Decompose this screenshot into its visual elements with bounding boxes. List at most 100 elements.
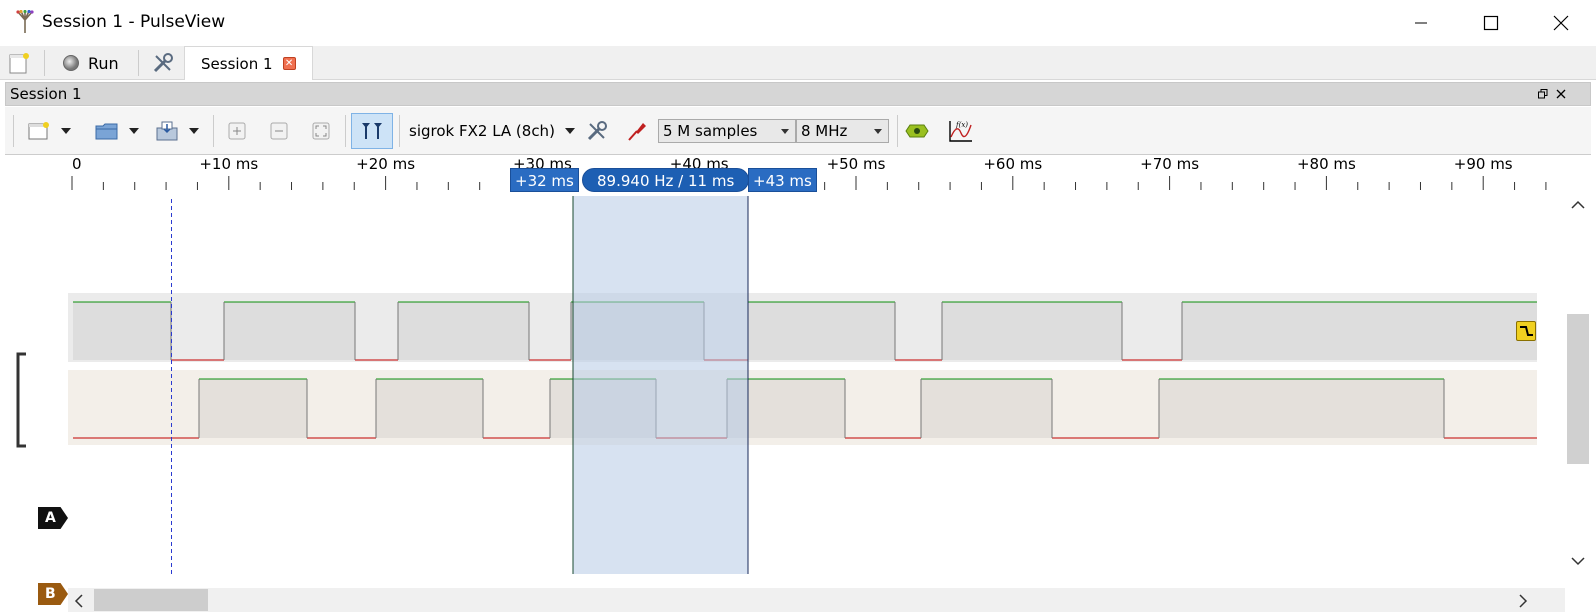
ruler-ticks: 0 +10 ms +20 ms +30 ms +40 ms +50 ms +60 ms +70… <box>71 155 1547 190</box>
channel-label-a[interactable]: A <box>38 507 68 529</box>
run-label: Run <box>88 53 119 73</box>
sample-rate-value: 8 MHz <box>801 122 848 140</box>
channel-group-bracket <box>16 352 26 448</box>
toolbar-separator <box>399 115 400 147</box>
chevron-down-icon <box>61 128 71 134</box>
zoom-out-icon <box>270 122 288 140</box>
new-session-button[interactable] <box>9 49 29 77</box>
run-status-icon <box>63 55 79 71</box>
title-bar: Session 1 - PulseView <box>0 0 1596 46</box>
chevron-down-icon <box>129 128 139 134</box>
chevron-down-icon <box>781 129 789 134</box>
float-dock-icon[interactable] <box>1538 89 1548 99</box>
signal-high-fill <box>1159 379 1444 438</box>
ruler-tick-label: +60 ms <box>983 156 1042 173</box>
window-title: Session 1 - PulseView <box>42 12 226 32</box>
cursor-selection-area[interactable] <box>573 192 748 574</box>
toolbar-separator <box>897 115 898 147</box>
zoom-in-icon <box>228 122 246 140</box>
sample-count-select[interactable]: 5 M samples <box>658 119 796 143</box>
zoom-in-button[interactable] <box>223 113 251 149</box>
signal-high-fill <box>376 379 483 438</box>
trace-view[interactable] <box>68 192 1565 588</box>
show-cursors-toggle[interactable] <box>351 113 393 149</box>
signal-high-fill <box>942 302 1122 360</box>
new-view-dropdown[interactable] <box>57 113 75 149</box>
vertical-scrollbar[interactable] <box>1565 196 1591 588</box>
ruler-tick-label: +90 ms <box>1454 156 1513 173</box>
cursors-icon <box>362 123 382 139</box>
run-button[interactable]: Run <box>62 49 119 77</box>
chevron-down-icon <box>189 128 199 134</box>
sample-count-value: 5 M samples <box>663 122 758 140</box>
open-dropdown[interactable] <box>125 113 143 149</box>
save-file-button[interactable] <box>153 113 181 149</box>
scroll-up-icon[interactable] <box>1571 200 1585 210</box>
decoder-icon <box>905 124 929 138</box>
channel-name: A <box>45 510 56 526</box>
device-selector[interactable]: sigrok FX2 LA (8ch) <box>405 113 577 149</box>
signal-high-fill <box>921 379 1052 438</box>
pulseview-logo-icon <box>16 10 34 33</box>
main-toolbar: sigrok FX2 LA (8ch) 5 M samples 8 MHz f(… <box>5 107 1591 155</box>
vertical-scroll-thumb[interactable] <box>1567 314 1589 464</box>
save-dropdown[interactable] <box>185 113 203 149</box>
trigger-edge-button[interactable] <box>1516 321 1536 341</box>
horizontal-scroll-thumb[interactable] <box>94 589 208 611</box>
ruler-tick-label: +80 ms <box>1297 156 1356 173</box>
signal-traces <box>68 192 1537 574</box>
cursor-left-value: +32 ms <box>515 172 574 190</box>
chevron-down-icon <box>565 128 575 134</box>
save-icon <box>156 121 178 141</box>
sample-rate-select[interactable]: 8 MHz <box>796 119 889 143</box>
settings-tools-button[interactable] <box>152 49 174 77</box>
minimize-icon <box>1415 22 1427 24</box>
signal-high-fill <box>73 302 171 360</box>
cursor-right-label[interactable]: +43 ms <box>748 168 817 192</box>
probe-config-button[interactable] <box>623 113 651 149</box>
close-icon <box>1553 15 1569 31</box>
scroll-right-icon[interactable] <box>1518 594 1528 608</box>
signal-high-fill <box>748 302 895 360</box>
folder-open-icon <box>95 123 118 140</box>
tab-close-icon[interactable]: ✕ <box>282 57 296 70</box>
new-document-icon <box>9 53 29 74</box>
tools-icon <box>153 53 173 73</box>
tab-session-1[interactable]: Session 1 ✕ <box>184 46 313 80</box>
tabbar-separator <box>44 50 45 76</box>
channel-a-waveform <box>73 301 1537 361</box>
signal-high-fill <box>224 302 355 360</box>
zoom-fit-button[interactable] <box>307 113 335 149</box>
signal-high-fill <box>1182 302 1537 360</box>
math-graph-icon: f(x) <box>949 121 972 142</box>
cursor-measurement-value: 89.940 Hz / 11 ms <box>597 172 735 190</box>
close-window-button[interactable] <box>1526 0 1596 46</box>
cursor-right-value: +43 ms <box>753 172 812 190</box>
channel-name: B <box>45 586 56 602</box>
close-dock-icon[interactable] <box>1556 89 1566 99</box>
time-ruler[interactable]: 0 +10 ms +20 ms +30 ms +40 ms +50 ms +60 ms +70… <box>68 155 1596 196</box>
session-dock-titlebar: Session 1 <box>5 82 1591 106</box>
device-config-button[interactable] <box>583 113 611 149</box>
new-view-icon <box>28 122 49 140</box>
cursor-measurement-label: 89.940 Hz / 11 ms <box>582 168 750 192</box>
add-math-signal-button[interactable]: f(x) <box>945 113 975 149</box>
scroll-left-icon[interactable] <box>74 594 84 608</box>
chevron-down-icon <box>874 129 882 134</box>
zoom-fit-icon <box>312 122 330 140</box>
zoom-out-button[interactable] <box>265 113 293 149</box>
signal-high-fill <box>398 302 529 360</box>
minimize-button[interactable] <box>1386 0 1456 46</box>
cursor-left-label[interactable]: +32 ms <box>510 168 579 192</box>
open-file-button[interactable] <box>93 113 121 149</box>
toolbar-separator <box>345 115 346 147</box>
channel-label-b[interactable]: B <box>38 583 68 605</box>
dock-title: Session 1 <box>10 85 82 103</box>
horizontal-scrollbar[interactable] <box>68 588 1565 612</box>
channel-b-waveform <box>73 378 1537 439</box>
probe-icon <box>628 123 646 141</box>
new-view-button[interactable] <box>25 113 53 149</box>
add-decoder-button[interactable] <box>903 113 931 149</box>
maximize-button[interactable] <box>1456 0 1526 46</box>
scroll-down-icon[interactable] <box>1571 556 1585 566</box>
